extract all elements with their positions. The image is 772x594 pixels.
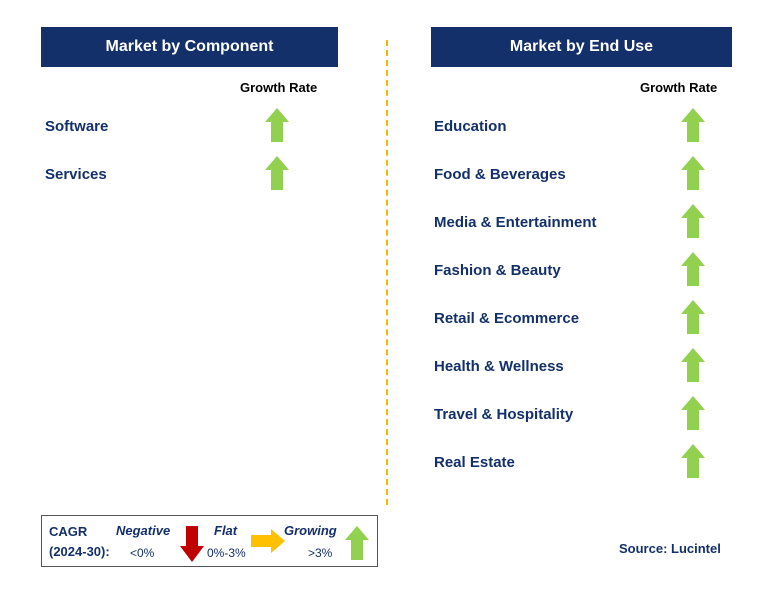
row-label: Fashion & Beauty <box>434 262 561 279</box>
row-label: Education <box>434 118 507 135</box>
legend-period: (2024-30): <box>49 544 110 559</box>
up-arrow-icon <box>681 156 705 190</box>
up-arrow-icon <box>681 396 705 430</box>
up-arrow-icon <box>681 204 705 238</box>
growth-rate-label: Growth Rate <box>240 80 318 95</box>
legend-negative: Negative <box>116 523 171 538</box>
up-arrow-icon <box>345 526 369 560</box>
growth-rate-label: Growth Rate <box>640 80 718 95</box>
row-label: Media & Entertainment <box>434 214 597 231</box>
row-label: Services <box>45 166 107 183</box>
up-arrow-icon <box>681 348 705 382</box>
row-label: Real Estate <box>434 454 515 471</box>
legend-flat-range: 0%-3% <box>207 546 246 560</box>
up-arrow-icon <box>265 108 289 142</box>
legend-growing: Growing <box>284 523 337 538</box>
row-label: Health & Wellness <box>434 358 564 375</box>
right-arrow-icon <box>251 529 285 553</box>
legend-negative-range: <0% <box>130 546 155 560</box>
divider <box>386 40 388 505</box>
up-arrow-icon <box>681 108 705 142</box>
up-arrow-icon <box>265 156 289 190</box>
row-label: Travel & Hospitality <box>434 406 574 423</box>
up-arrow-icon <box>681 444 705 478</box>
up-arrow-icon <box>681 300 705 334</box>
legend-flat: Flat <box>214 523 238 538</box>
end-use-header: Market by End Use <box>431 27 732 67</box>
row-label: Retail & Ecommerce <box>434 310 580 327</box>
row-label: Software <box>45 118 109 135</box>
component-header: Market by Component <box>41 27 338 67</box>
source: Source: Lucintel <box>619 541 721 556</box>
legend: CAGR (2024-30): Negative <0% Flat 0%-3% … <box>41 515 378 567</box>
legend-cagr: CAGR <box>49 524 88 539</box>
up-arrow-icon <box>681 252 705 286</box>
row-label: Food & Beverages <box>434 166 566 183</box>
down-arrow-icon <box>180 526 204 562</box>
legend-growing-range: >3% <box>308 546 333 560</box>
